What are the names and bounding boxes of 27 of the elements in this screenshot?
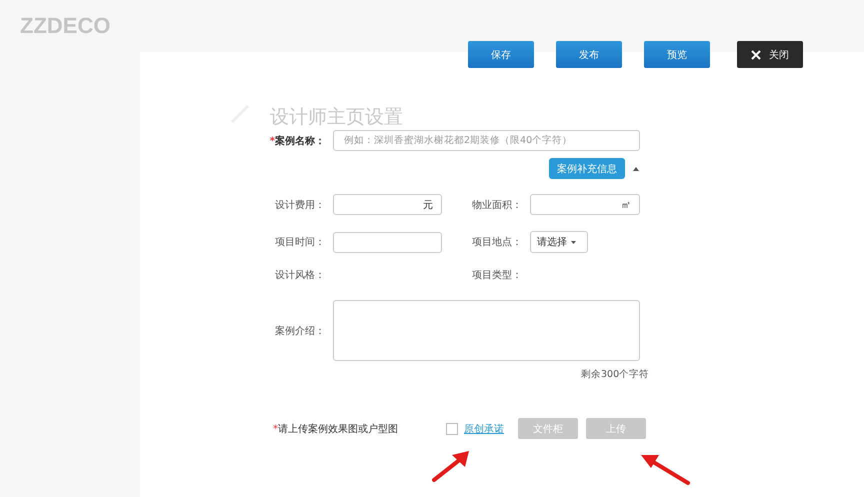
toolbar-button[interactable]: 预览 [644, 41, 710, 68]
field-label: 项目时间： [274, 236, 325, 249]
arrow-drawing [641, 455, 690, 485]
agree-link[interactable]: 原创承诺 [464, 422, 504, 436]
input-field[interactable] [333, 232, 442, 252]
caret-icon [571, 240, 576, 244]
field-label: 项目类型： [471, 268, 522, 282]
field-label: 设计风格： [274, 268, 325, 282]
upload-label: *请上传案例效果图或户型图 [273, 422, 398, 436]
field-label: 案例介绍： [274, 324, 325, 338]
input-field[interactable]: 元 [333, 194, 442, 215]
agree-checkbox[interactable] [446, 422, 458, 434]
toolbar-button[interactable]: 发布 [556, 41, 622, 68]
location-select[interactable]: 请选择 [530, 231, 588, 253]
toolbar-button[interactable]: 保存 [468, 41, 534, 68]
field-label: 项目地点： [471, 236, 522, 249]
close-button[interactable]: 关闭 [737, 41, 803, 68]
close-icon [751, 50, 761, 60]
intro-field[interactable] [333, 300, 640, 361]
case-name-field[interactable]: 例如：深圳香蜜湖水榭花都2期装修（限40个字符） [333, 130, 640, 151]
field-label: 设计费用： [274, 198, 325, 212]
arrow-drawing [432, 451, 469, 482]
input-field[interactable]: ㎡ [530, 194, 640, 215]
field-label: 物业面积： [471, 198, 522, 212]
extra-info-button[interactable]: 案例补充信息 [549, 158, 625, 179]
char-counter: 剩余300个字符 [581, 368, 650, 381]
field-label: *案例名称： [268, 134, 325, 148]
